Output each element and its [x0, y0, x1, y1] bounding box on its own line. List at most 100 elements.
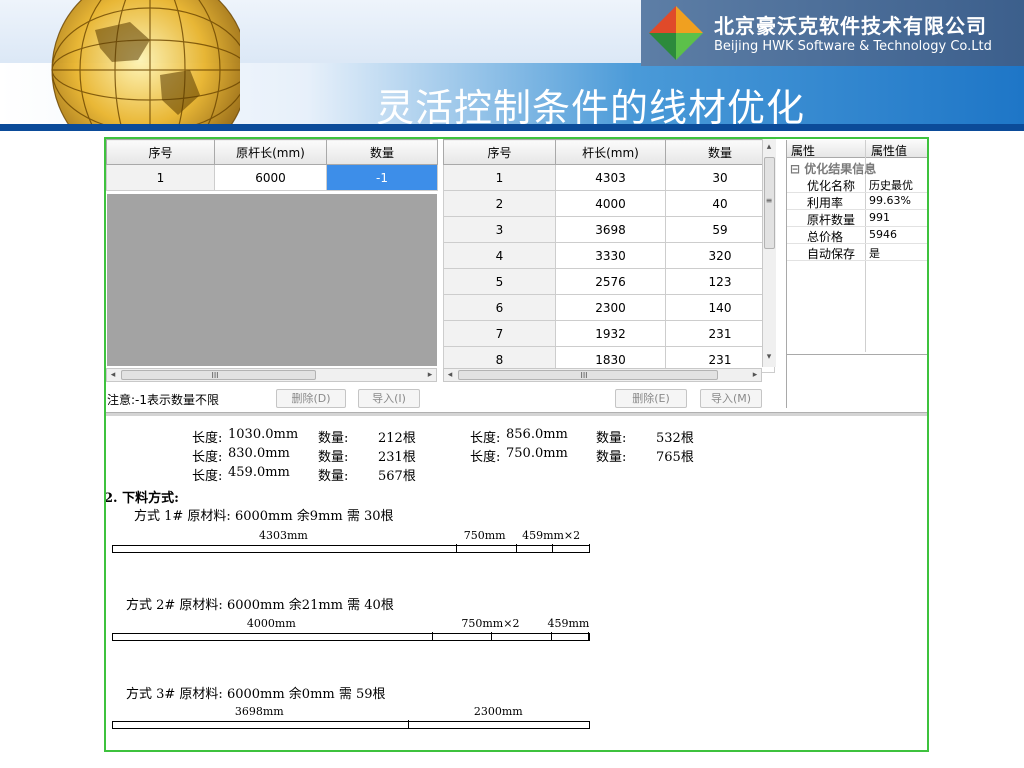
parts-hscrollbar[interactable]: ◂ III ▸ [443, 368, 762, 382]
parts-cell-no[interactable]: 4 [443, 242, 556, 269]
pattern-bar-top [112, 633, 590, 634]
parts-cell-qty[interactable]: 140 [665, 294, 775, 321]
scroll-right-icon[interactable]: ▸ [749, 369, 761, 381]
parts-cell-length[interactable]: 2300 [555, 294, 666, 321]
banner-rule [0, 124, 1024, 131]
scroll-left-icon[interactable]: ◂ [444, 369, 456, 381]
summary-qty: 765根 [656, 450, 694, 465]
delete-parts-button[interactable]: 删除(E) [615, 389, 687, 408]
summary-qty: 567根 [378, 469, 416, 484]
property-key: 原杆数量 [807, 213, 856, 227]
table-row[interactable]: 7 1932 231 [443, 320, 775, 347]
table-row[interactable]: 3 3698 59 [443, 216, 775, 243]
parts-cell-length[interactable]: 2576 [555, 268, 666, 295]
piece-length-label: 750mm [463, 529, 506, 542]
parts-cell-no[interactable]: 5 [443, 268, 556, 295]
scroll-right-icon[interactable]: ▸ [424, 369, 436, 381]
slide-title: 灵活控制条件的线材优化 [376, 86, 806, 130]
property-row[interactable]: 优化名称 历史最优 [787, 176, 927, 193]
stock-cell-length[interactable]: 6000 [214, 164, 327, 191]
table-row[interactable]: 1 4303 30 [443, 164, 775, 191]
parts-cell-no[interactable]: 6 [443, 294, 556, 321]
parts-table: 序号 杆长(mm) 数量 1 4303 30 2 4000 40 3 3698 59 4 3330 3… [443, 139, 775, 373]
parts-col-no[interactable]: 序号 [443, 139, 556, 165]
summary-qty: 532根 [656, 431, 694, 446]
stock-cell-no[interactable]: 1 [106, 164, 215, 191]
parts-cell-qty[interactable]: 320 [665, 242, 775, 269]
property-value: 历史最优 [869, 179, 913, 192]
table-row[interactable]: 6 2300 140 [443, 294, 775, 321]
property-grid: 属性 属性值 ⊟ 优化结果信息 优化名称 历史最优 利用率 99.63% 原杆数量 991… [786, 140, 927, 410]
pattern-bar-top [112, 545, 590, 546]
scroll-left-icon[interactable]: ◂ [107, 369, 119, 381]
piece-length-label: 459mm [547, 617, 590, 630]
parts-cell-no[interactable]: 1 [443, 164, 556, 191]
property-header-value: 属性值 [871, 144, 908, 158]
piece-length-label: 459mm×2 [522, 529, 581, 542]
parts-cell-length[interactable]: 3330 [555, 242, 666, 269]
globe-icon [51, 0, 240, 131]
scroll-down-icon[interactable]: ▾ [763, 351, 775, 363]
stock-col-qty[interactable]: 数量 [326, 139, 438, 165]
parts-col-length[interactable]: 杆长(mm) [555, 139, 666, 165]
summary-qty-label: 数量: [318, 469, 349, 484]
table-row[interactable]: 1 6000 -1 [106, 164, 438, 191]
property-description [787, 354, 927, 410]
summary-qty-label: 数量: [596, 450, 627, 465]
parts-cell-length[interactable]: 4000 [555, 190, 666, 217]
property-value: 5946 [869, 228, 897, 241]
summary-length-label: 长度: [470, 431, 501, 446]
optimization-report: 长度: 1030.0mm 数量: 212根 长度: 856.0mm 数量: 532根 长度: 83… [106, 419, 927, 750]
parts-cell-length[interactable]: 1932 [555, 320, 666, 347]
property-row[interactable]: 总价格 5946 [787, 227, 927, 244]
stock-col-no[interactable]: 序号 [106, 139, 215, 165]
import-parts-button[interactable]: 导入(M) [700, 389, 762, 408]
parts-cell-no[interactable]: 2 [443, 190, 556, 217]
parts-cell-qty[interactable]: 40 [665, 190, 775, 217]
parts-cell-no[interactable]: 3 [443, 216, 556, 243]
piece-length-label: 2300mm [473, 705, 523, 718]
parts-cell-qty[interactable]: 123 [665, 268, 775, 295]
company-name-cn: 北京豪沃克软件技术有限公司 [714, 14, 987, 38]
property-key: 优化名称 [807, 179, 856, 193]
stock-empty-area [107, 194, 437, 366]
table-row[interactable]: 2 4000 40 [443, 190, 775, 217]
collapse-icon[interactable]: ⊟ [790, 162, 800, 176]
piece-divider [552, 544, 553, 552]
delete-stock-button[interactable]: 删除(D) [276, 389, 346, 408]
property-row[interactable]: 自动保存是 [787, 244, 927, 261]
splitter[interactable] [106, 412, 927, 416]
piece-divider [588, 632, 589, 640]
stock-col-length[interactable]: 原杆长(mm) [214, 139, 327, 165]
property-header-key: 属性 [791, 144, 816, 158]
summary-length-label: 长度: [192, 469, 223, 484]
parts-cell-length[interactable]: 3698 [555, 216, 666, 243]
import-stock-button[interactable]: 导入(I) [358, 389, 420, 408]
parts-cell-qty[interactable]: 59 [665, 216, 775, 243]
piece-divider [551, 632, 552, 640]
table-row[interactable]: 5 2576 123 [443, 268, 775, 295]
property-value: 是 [869, 247, 880, 260]
piece-divider [491, 632, 492, 640]
parts-cell-no[interactable]: 7 [443, 320, 556, 347]
scroll-up-icon[interactable]: ▴ [763, 141, 775, 153]
property-group[interactable]: ⊟ 优化结果信息 [790, 160, 876, 177]
parts-cell-qty[interactable]: 231 [665, 320, 775, 347]
property-row[interactable]: 利用率 99.63% [787, 193, 927, 210]
parts-cell-length[interactable]: 4303 [555, 164, 666, 191]
piece-length-label: 750mm×2 [461, 617, 520, 630]
diamond-logo-icon [649, 6, 703, 60]
table-row[interactable]: 4 3330 320 [443, 242, 775, 269]
parts-col-qty[interactable]: 数量 [665, 139, 775, 165]
summary-length: 750.0mm [506, 446, 568, 461]
optimizer-window: 序号 原杆长(mm) 数量 1 6000 -1 ◂ III ▸ 序号 杆长(mm… [104, 137, 929, 752]
stock-table: 序号 原杆长(mm) 数量 1 6000 -1 [106, 139, 438, 191]
summary-length: 830.0mm [228, 446, 290, 461]
parts-vscrollbar[interactable]: ▴ ≡ ▾ [762, 139, 776, 367]
stock-cell-qty[interactable]: -1 [326, 164, 438, 191]
slide-banner: 北京豪沃克软件技术有限公司 Beijing HWK Software & Tec… [0, 0, 1024, 131]
parts-cell-qty[interactable]: 30 [665, 164, 775, 191]
stock-hscrollbar[interactable]: ◂ III ▸ [106, 368, 437, 382]
property-row[interactable]: 原杆数量 991 [787, 210, 927, 227]
property-key: 总价格 [807, 230, 844, 244]
